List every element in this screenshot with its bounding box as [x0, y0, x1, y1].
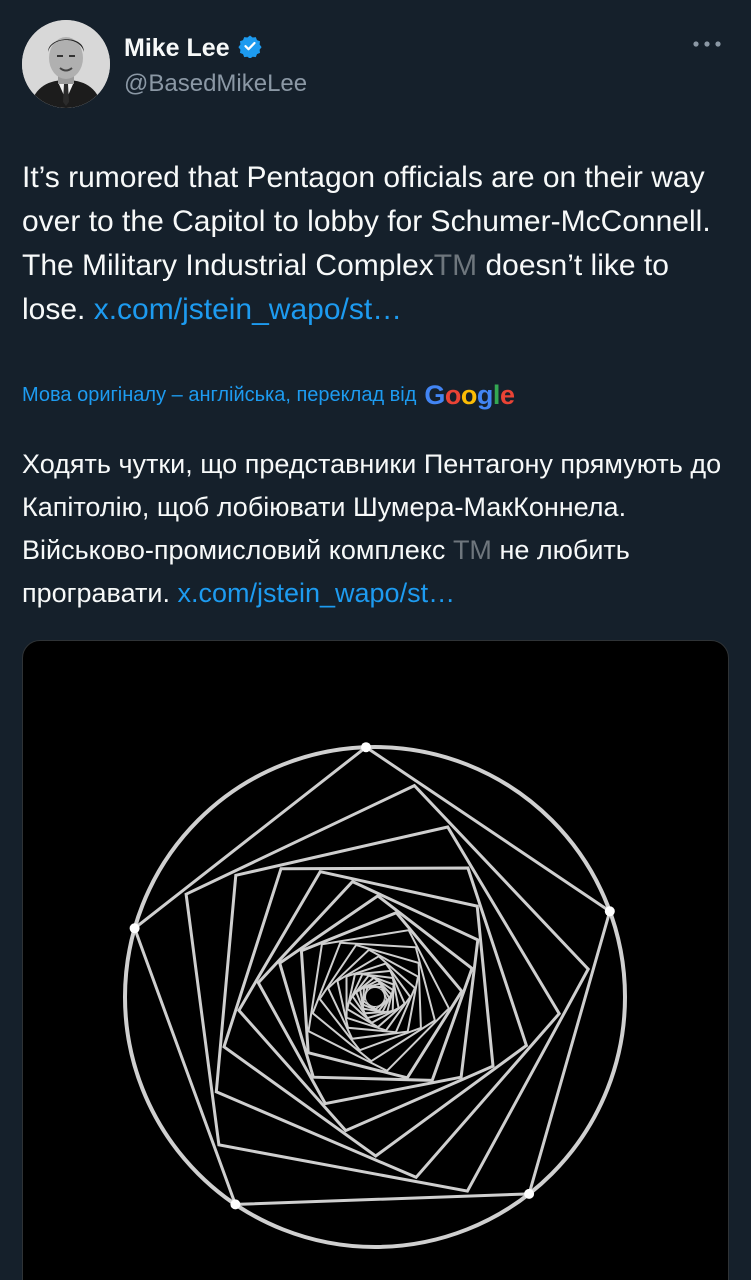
- translation-notice[interactable]: Мова оригіналу – англійська, переклад ві…: [22, 380, 515, 411]
- vertex-dot: [604, 906, 615, 917]
- tweet-link[interactable]: x.com/jstein_wapo/st…: [94, 293, 402, 326]
- tweet-text: It’s rumored that Pentagon officials are…: [22, 156, 722, 332]
- avatar[interactable]: [22, 20, 110, 108]
- avatar-image: [22, 20, 110, 108]
- translated-link[interactable]: x.com/jstein_wapo/st…: [177, 578, 455, 608]
- author-handle[interactable]: @BasedMikeLee: [124, 70, 307, 98]
- spiral-pentagon: [184, 783, 591, 1193]
- tweet-media-image[interactable]: [22, 640, 729, 1280]
- translated-trademark-mark: TM: [452, 535, 492, 565]
- author-display-name[interactable]: Mike Lee: [124, 34, 230, 63]
- vertex-dot: [230, 1199, 241, 1210]
- vertex-dot: [361, 742, 371, 753]
- center-point: [366, 988, 384, 1006]
- vertex-dot: [129, 923, 140, 934]
- trademark-mark: TM: [433, 249, 478, 282]
- author-name-row[interactable]: Mike Lee: [124, 34, 262, 63]
- translation-notice-text: Мова оригіналу – англійська, переклад ві…: [22, 384, 417, 406]
- google-logo: Google: [424, 380, 515, 410]
- tweet-detail-page: Mike Lee @BasedMikeLee It’s rumored that…: [0, 0, 751, 1280]
- tweet-header: Mike Lee @BasedMikeLee: [22, 20, 729, 112]
- verified-badge-icon: [238, 34, 262, 63]
- vertex-dot: [524, 1188, 535, 1199]
- translated-text: Ходять чутки, що представники Пентагону …: [22, 443, 722, 615]
- more-options-button[interactable]: [689, 34, 725, 54]
- more-options-icon: [693, 41, 721, 47]
- pentagon-spiral-image: [123, 742, 627, 1249]
